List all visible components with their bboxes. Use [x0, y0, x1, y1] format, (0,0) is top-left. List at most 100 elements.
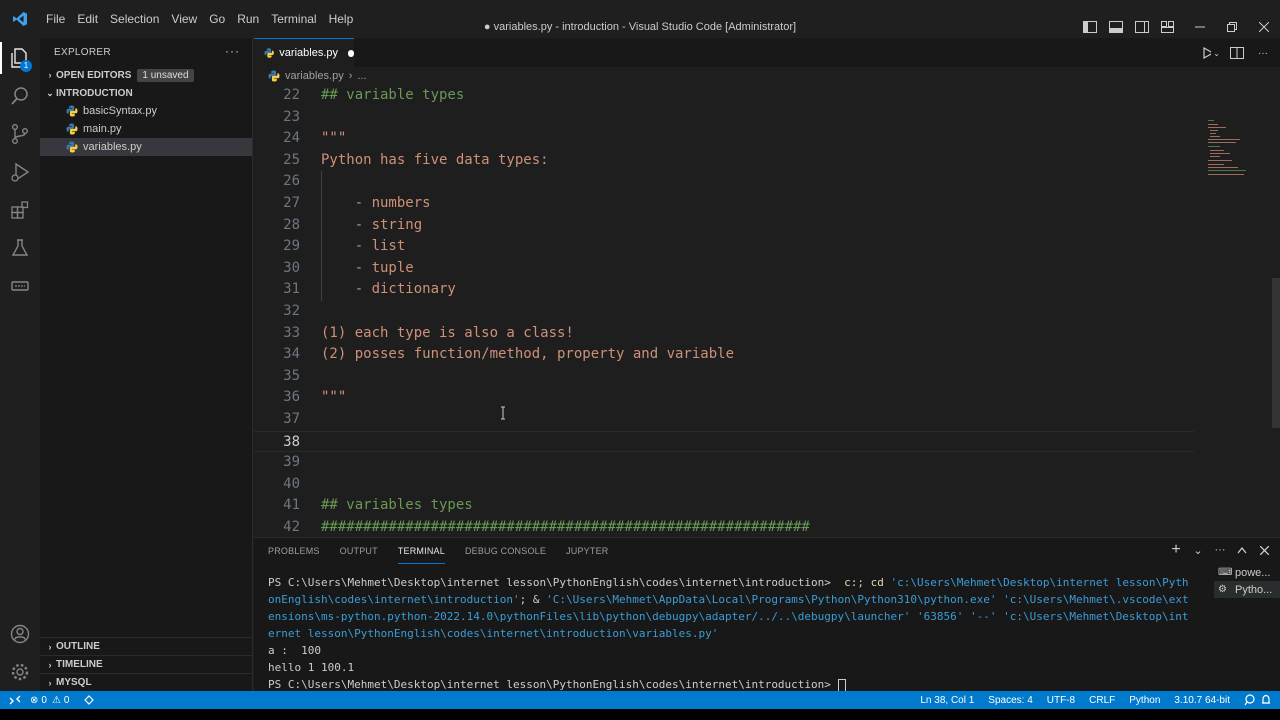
maximize-panel-icon[interactable] — [1234, 542, 1250, 558]
code-line[interactable]: 39 — [254, 452, 1194, 474]
chevron-down-icon[interactable]: ⌄ — [1190, 542, 1206, 558]
code-line[interactable]: 40 — [254, 474, 1194, 496]
file-variables[interactable]: variables.py — [40, 138, 252, 156]
more-actions-icon[interactable]: ··· — [1212, 542, 1228, 558]
active-indicator — [0, 42, 2, 74]
toggle-secondary-sidebar-icon[interactable] — [1132, 17, 1152, 37]
indentation[interactable]: Spaces: 4 — [988, 695, 1032, 706]
terminal-line: ensions\ms-python.python-2022.14.0\pytho… — [268, 608, 1198, 625]
line-number: 24 — [283, 130, 300, 147]
file-main[interactable]: main.py — [40, 120, 252, 138]
code-line[interactable]: 22 ## variable types — [254, 85, 1194, 107]
tab-jupyter[interactable]: JUPYTER — [566, 538, 608, 564]
code-line[interactable]: 32 — [254, 301, 1194, 323]
run-file-icon[interactable]: ⌄ — [1202, 44, 1220, 62]
terminal-text: cd — [870, 576, 884, 589]
menu-go[interactable]: Go — [203, 0, 231, 38]
explorer-icon[interactable]: 1 — [0, 38, 40, 78]
tab-terminal[interactable]: TERMINAL — [397, 538, 445, 564]
code-line[interactable]: 41 ## variables types — [254, 495, 1194, 517]
code-line[interactable]: 34 (2) posses function/method, property a… — [254, 344, 1194, 366]
code-line[interactable]: 25 Python has five data types: — [254, 150, 1194, 172]
breadcrumb-symbols[interactable]: ... — [357, 70, 366, 82]
code-line[interactable]: 42 ######################################… — [254, 517, 1194, 537]
menu-run[interactable]: Run — [231, 0, 265, 38]
unsaved-dot-icon[interactable] — [348, 49, 354, 57]
python-file-icon — [264, 48, 274, 58]
feedback-icon[interactable] — [1244, 694, 1256, 706]
code-line[interactable]: 24 """ — [254, 128, 1194, 150]
terminal-instance-powershell[interactable]: ⌨ powe... — [1214, 564, 1280, 581]
tab-problems[interactable]: PROBLEMS — [268, 538, 320, 564]
menu-file[interactable]: File — [40, 0, 71, 38]
code-line[interactable]: 30 - tuple — [254, 258, 1194, 280]
code-line[interactable]: 26 — [254, 171, 1194, 193]
language-mode[interactable]: Python — [1129, 695, 1160, 706]
extensions-icon[interactable] — [0, 190, 40, 230]
open-editors-section[interactable]: › OPEN EDITORS 1 unsaved — [40, 66, 252, 84]
tab-debug-console[interactable]: DEBUG CONSOLE — [465, 538, 546, 564]
menu-help[interactable]: Help — [323, 0, 360, 38]
accounts-icon[interactable] — [0, 614, 40, 654]
terminal-instance-python[interactable]: ⚙ Pytho... — [1214, 581, 1280, 598]
cursor-position[interactable]: Ln 38, Col 1 — [920, 695, 974, 706]
terminal-output[interactable]: PS C:\Users\Mehmet\Desktop\internet less… — [268, 574, 1198, 693]
code-editor[interactable]: 22 ## variable types 23 24 """ 25 Python has f… — [254, 85, 1280, 537]
notifications-bell-icon[interactable] — [1260, 694, 1272, 706]
toggle-panel-icon[interactable] — [1106, 17, 1126, 37]
more-actions-icon[interactable]: ··· — [1254, 44, 1272, 62]
code-line[interactable]: 38 — [254, 430, 1194, 453]
timeline-section[interactable]: › TIMELINE — [40, 655, 253, 673]
new-terminal-icon[interactable]: + — [1168, 541, 1184, 558]
tab-label: variables.py — [279, 47, 338, 59]
liveshare-icon[interactable] — [83, 694, 95, 706]
remote-explorer-icon[interactable] — [0, 266, 40, 306]
more-actions-icon[interactable]: ··· — [225, 44, 240, 58]
manage-gear-icon[interactable] — [0, 652, 40, 692]
breadcrumb-file[interactable]: variables.py — [285, 70, 344, 82]
customize-layout-icon[interactable] — [1158, 17, 1178, 37]
end-of-line[interactable]: CRLF — [1089, 695, 1115, 706]
line-number: 26 — [283, 173, 300, 190]
code-line[interactable]: 27 - numbers — [254, 193, 1194, 215]
editor-scrollbar[interactable] — [1272, 278, 1280, 428]
menu-selection[interactable]: Selection — [104, 0, 165, 38]
line-number: 27 — [283, 195, 300, 211]
menu-bar: File Edit Selection View Go Run Terminal… — [40, 0, 359, 38]
source-control-icon[interactable] — [0, 114, 40, 154]
code-line[interactable]: 35 — [254, 366, 1194, 388]
menu-edit[interactable]: Edit — [71, 0, 104, 38]
minimize-icon[interactable] — [1184, 14, 1216, 40]
code-line[interactable]: 37 — [254, 409, 1194, 431]
code-line[interactable]: 33 (1) each type is also a class! — [254, 323, 1194, 345]
encoding[interactable]: UTF-8 — [1047, 695, 1075, 706]
toggle-primary-sidebar-icon[interactable] — [1080, 17, 1100, 37]
problems-status[interactable]: ⊗ 0 ⚠ 0 — [30, 695, 69, 706]
testing-icon[interactable] — [0, 228, 40, 268]
search-icon[interactable] — [0, 76, 40, 116]
python-interpreter[interactable]: 3.10.7 64-bit — [1174, 695, 1230, 706]
split-editor-icon[interactable] — [1228, 44, 1246, 62]
screen-bottom-edge — [0, 709, 1280, 720]
close-window-icon[interactable] — [1248, 14, 1280, 40]
file-basicsyntax[interactable]: basicSyntax.py — [40, 102, 252, 120]
outline-section[interactable]: › OUTLINE — [40, 637, 253, 655]
terminal-text: ensions\ms-python.python-2022.14.0\pytho… — [268, 610, 1189, 623]
mysql-section[interactable]: › MYSQL — [40, 673, 253, 691]
code-line[interactable]: 23 — [254, 107, 1194, 129]
minimap[interactable] — [1206, 120, 1266, 200]
code-line[interactable]: 29 - list — [254, 236, 1194, 258]
code-line[interactable]: 36 """ — [254, 387, 1194, 409]
folder-introduction[interactable]: ⌄ INTRODUCTION — [40, 84, 252, 102]
editor-group: variables.py ⌄ ··· variables.py › ... 22… — [254, 38, 1280, 537]
menu-terminal[interactable]: Terminal — [265, 0, 322, 38]
remote-indicator-icon[interactable] — [0, 691, 30, 709]
run-debug-icon[interactable] — [0, 152, 40, 192]
code-line[interactable]: 31 - dictionary — [254, 279, 1194, 301]
close-panel-icon[interactable] — [1256, 542, 1272, 558]
code-line[interactable]: 28 - string — [254, 215, 1194, 237]
tab-variables-py[interactable]: variables.py — [254, 38, 354, 67]
tab-output[interactable]: OUTPUT — [340, 538, 378, 564]
menu-view[interactable]: View — [165, 0, 203, 38]
restore-icon[interactable] — [1216, 14, 1248, 40]
